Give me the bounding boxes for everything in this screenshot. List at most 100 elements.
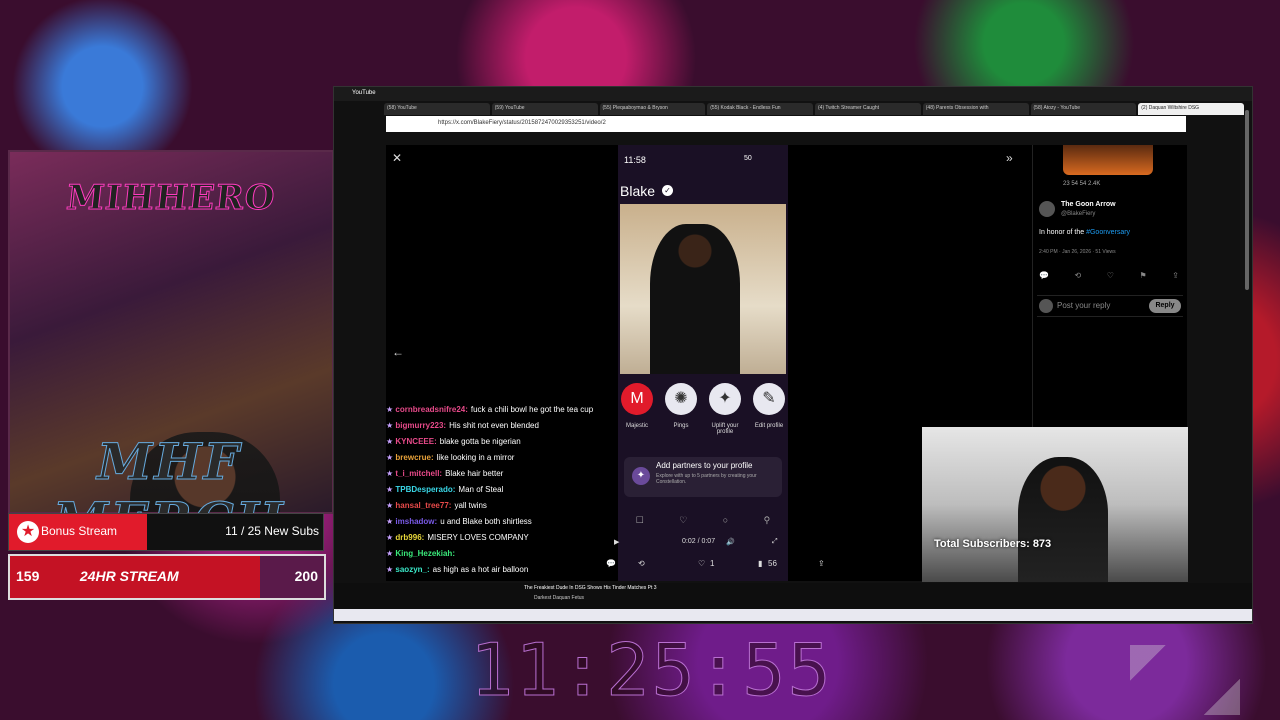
badge-icon: ★ bbox=[386, 501, 396, 510]
bookmark-icon[interactable]: ⚑ bbox=[1140, 271, 1147, 280]
chat-username[interactable]: saozyn_: bbox=[395, 565, 429, 574]
edit-profile-button[interactable]: ✎ bbox=[753, 383, 785, 415]
avatar bbox=[1039, 299, 1053, 313]
badge-icon: ★ bbox=[386, 533, 396, 542]
constellation-icon: ✦ bbox=[632, 467, 650, 485]
chat-username[interactable]: King_Hezekiah: bbox=[395, 549, 455, 558]
home-icon[interactable]: ☐ bbox=[636, 515, 644, 531]
chat-message: ★ KYNCEEE: blake gotta be nigerian bbox=[386, 434, 626, 450]
chat-message: ★ TPBDesperado: Man of Steal bbox=[386, 482, 626, 498]
taskbar bbox=[334, 609, 1252, 621]
tweet-hashtag[interactable]: #Goonversary bbox=[1086, 229, 1130, 236]
close-icon[interactable]: ✕ bbox=[392, 151, 402, 165]
repost-icon[interactable]: ⟲ bbox=[1075, 271, 1082, 280]
chat-message: ★ cornbreadsnifre24: fuck a chili bowl he… bbox=[386, 402, 626, 418]
badge-icon: ★ bbox=[386, 517, 396, 526]
streamer-figure bbox=[1018, 457, 1108, 582]
chat-text: yall twins bbox=[454, 501, 487, 510]
views-count: 56 bbox=[768, 559, 777, 568]
chat-username[interactable]: hansal_tree77: bbox=[395, 501, 451, 510]
tweet-text-body: In honor of the bbox=[1039, 229, 1087, 236]
share-icon[interactable]: ⇪ bbox=[818, 559, 825, 568]
expand-icon[interactable]: » bbox=[1006, 151, 1013, 165]
scrollbar[interactable] bbox=[1245, 110, 1249, 290]
chat-username[interactable]: TPBDesperado: bbox=[395, 485, 455, 494]
youtube-bottom-strip: The Freakiest Dude In DSG Shows His Tind… bbox=[334, 583, 1252, 609]
chat-username[interactable]: t_i_mitchell: bbox=[395, 469, 442, 478]
bonus-stream-bar: ★ Bonus Stream 11 / 25 New Subs bbox=[8, 513, 324, 551]
fullscreen-icon[interactable]: ⤢ bbox=[772, 538, 778, 546]
chat-overlay: ★ cornbreadsnifre24: fuck a chili bowl he… bbox=[386, 402, 626, 580]
share-icon[interactable]: ⇪ bbox=[1172, 271, 1179, 280]
repost-icon[interactable]: ⟲ bbox=[638, 559, 645, 568]
like-icon[interactable]: ♡ bbox=[1107, 271, 1114, 280]
chat-message: ★ t_i_mitchell: Blake hair better bbox=[386, 466, 626, 482]
chat-username[interactable]: drb996: bbox=[395, 533, 424, 542]
edit-profile-label: Edit profile bbox=[754, 423, 784, 429]
browser-tab[interactable]: (58) Atozy - YouTube bbox=[1030, 103, 1137, 115]
chat-text: His shit not even blended bbox=[449, 421, 539, 430]
chat-text: Blake hair better bbox=[445, 469, 504, 478]
browser-tab[interactable]: (55) Pleqaaboymao & Bryson bbox=[599, 103, 706, 115]
chat-username[interactable]: cornbreadsnifre24: bbox=[395, 405, 467, 414]
youtube-video-title[interactable]: The Freakiest Dude In DSG Shows His Tind… bbox=[524, 585, 657, 591]
youtube-logo[interactable]: YouTube bbox=[352, 90, 376, 96]
youtube-header: YouTube bbox=[334, 87, 1252, 101]
chat-username[interactable]: brewcrue: bbox=[395, 453, 433, 462]
chat-message: ★ brewcrue: like looking in a mirror bbox=[386, 450, 626, 466]
tweet-author-handle[interactable]: @BlakeFiery bbox=[1061, 211, 1095, 217]
badge-icon: ★ bbox=[386, 421, 396, 430]
partners-title: Add partners to your profile bbox=[656, 461, 753, 470]
phone-nav-bar: ☐ ♡ ○ ⚲ bbox=[618, 515, 788, 531]
badge-icon: ★ bbox=[386, 453, 396, 462]
chat-icon[interactable]: ○ bbox=[723, 515, 728, 531]
reply-input[interactable]: Post your reply bbox=[1057, 301, 1110, 310]
back-arrow-icon[interactable]: ← bbox=[392, 345, 404, 359]
volume-icon[interactable]: 🔊 bbox=[726, 538, 735, 546]
video-player[interactable]: 11:58 50 Blake ✓ M ✺ ✦ ✎ Majestic Pings … bbox=[618, 145, 788, 581]
browser-tab[interactable]: (2) Daquan Wiltshire DSG bbox=[1138, 103, 1244, 115]
reply-button[interactable]: Reply bbox=[1149, 299, 1181, 313]
pings-button[interactable]: ✺ bbox=[665, 383, 697, 415]
uplift-label: Uplift your profile bbox=[711, 423, 739, 435]
tweet-actions: 💬 ⟲ ♡ ⚑ ⇪ bbox=[1039, 271, 1179, 280]
chat-username[interactable]: bigmurry223: bbox=[395, 421, 446, 430]
profile-name: Blake bbox=[620, 183, 656, 199]
like-count: 1 bbox=[710, 559, 715, 568]
views-icon: ▮ bbox=[758, 559, 763, 568]
url-text[interactable]: https://x.com/BlakeFiery/status/20158724… bbox=[438, 120, 606, 126]
video-controls: ▶ 0:02 / 0:07 🔊 ⤢ bbox=[614, 538, 790, 550]
phone-battery: 50 bbox=[744, 155, 752, 162]
chat-message: ★ drb996: MISERY LOVES COMPANY bbox=[386, 530, 626, 546]
profile-photo bbox=[620, 204, 786, 374]
chat-text: fuck a chili bowl he got the tea cup bbox=[470, 405, 594, 414]
tweet-author-name[interactable]: The Goon Arrow bbox=[1061, 201, 1116, 208]
browser-tab[interactable]: (48) Parents Obsession with bbox=[922, 103, 1029, 115]
tweet-image[interactable] bbox=[1063, 145, 1153, 175]
partners-subtitle: Explore with up to 5 partners by creatin… bbox=[656, 473, 757, 485]
profile-icon[interactable]: ⚲ bbox=[764, 515, 771, 531]
chat-username[interactable]: imshadow: bbox=[395, 517, 437, 526]
chat-message: ★ King_Hezekiah: bbox=[386, 546, 626, 562]
browser-tab[interactable]: (55) Kodak Black - Endless Fun bbox=[707, 103, 813, 115]
browser-tab[interactable]: (58) YouTube bbox=[384, 103, 490, 115]
chat-message: ★ hansal_tree77: yall twins bbox=[386, 498, 626, 514]
reply-icon[interactable]: 💬 bbox=[1039, 271, 1049, 280]
badge-icon: ★ bbox=[386, 405, 396, 414]
avatar[interactable] bbox=[1039, 201, 1055, 217]
address-bar[interactable]: https://x.com/BlakeFiery/status/20158724… bbox=[386, 116, 1186, 132]
add-partners-card[interactable]: ✦ Add partners to your profile Explore w… bbox=[624, 457, 782, 497]
like-icon[interactable]: ♡ bbox=[698, 559, 705, 568]
total-subscribers: Total Subscribers: 873 bbox=[934, 538, 1052, 550]
youtube-channel-name[interactable]: Darkest Daquan Fetus bbox=[534, 595, 584, 601]
channel-logo-text: MIHHERO bbox=[64, 178, 278, 219]
corner-logo-icon bbox=[1130, 645, 1240, 715]
heart-icon[interactable]: ♡ bbox=[679, 515, 687, 531]
chat-message: ★ imshadow: u and Blake both shirtless bbox=[386, 514, 626, 530]
uplift-profile-button[interactable]: ✦ bbox=[709, 383, 741, 415]
chat-username[interactable]: KYNCEEE: bbox=[395, 437, 436, 446]
person-figure bbox=[650, 224, 740, 374]
browser-tab[interactable]: (4) Twitch Streamer Caught bbox=[815, 103, 921, 115]
browser-tab[interactable]: (59) YouTube bbox=[491, 103, 598, 115]
tweet-stats: 23 54 54 2.4K bbox=[1063, 181, 1101, 187]
